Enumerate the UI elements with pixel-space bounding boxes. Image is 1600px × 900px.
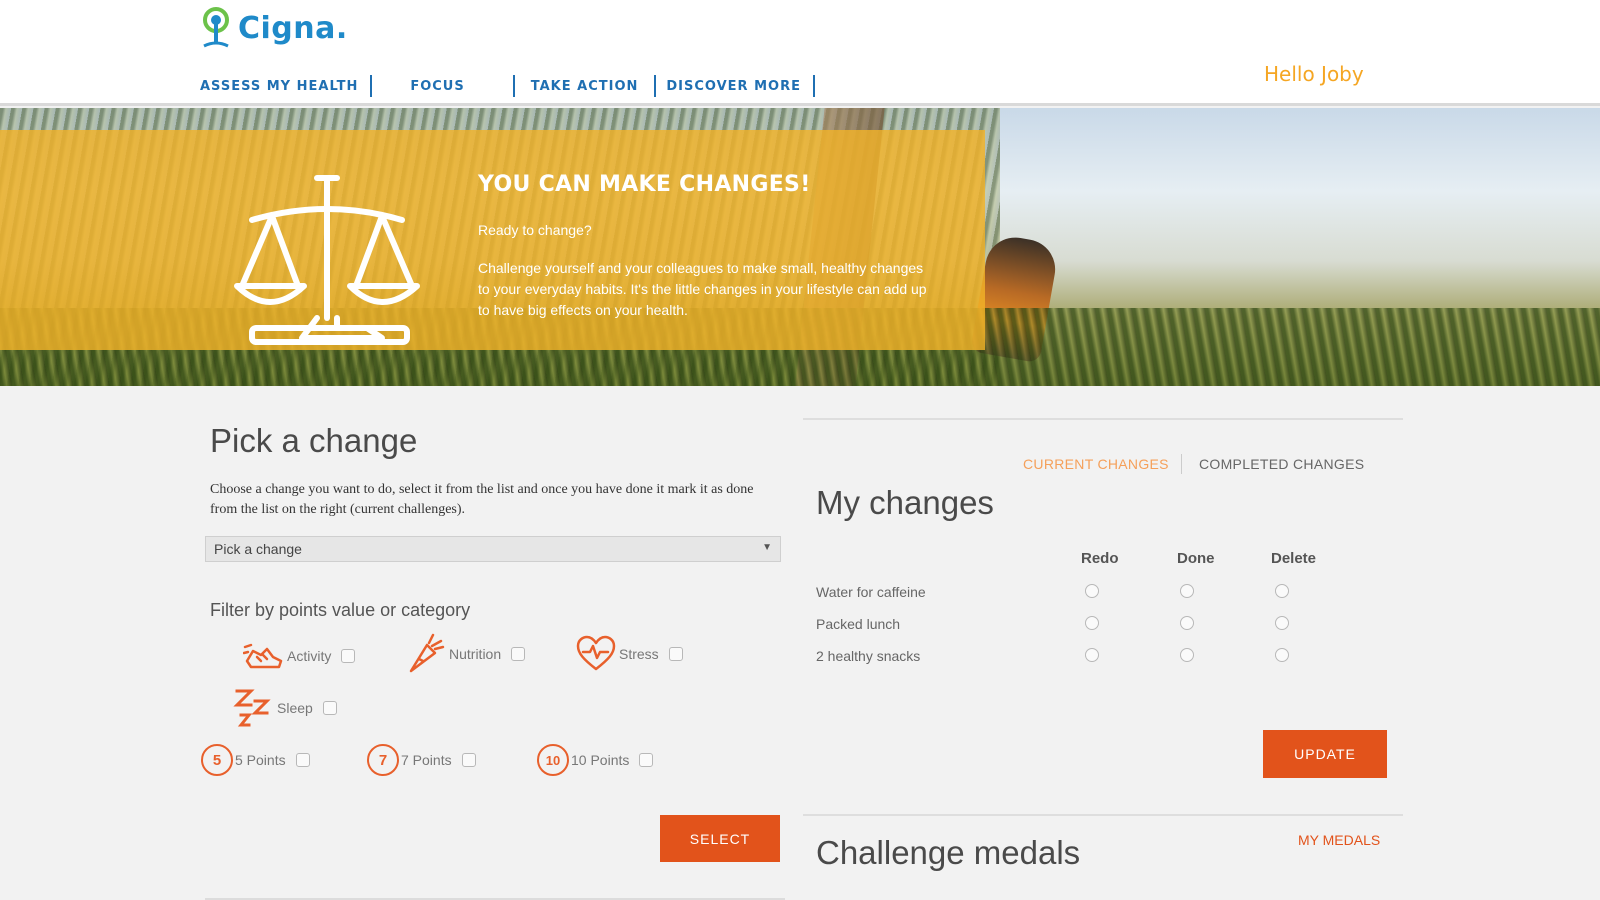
category-label: Stress [619, 646, 659, 662]
update-button[interactable]: UPDATE [1263, 730, 1387, 778]
five-points-checkbox[interactable] [295, 753, 310, 767]
cigna-tree-icon [203, 7, 229, 48]
redo-radio[interactable] [1085, 648, 1099, 662]
redo-radio[interactable] [1085, 584, 1099, 598]
pick-a-change-dropdown[interactable]: Pick a change ▼ [205, 536, 781, 562]
challenge-medals-heading: Challenge medals [816, 834, 1081, 871]
change-row-label: Water for caffeine [816, 584, 926, 600]
filter-points-5: 5 5 Points [201, 740, 310, 780]
nav-assess-my-health[interactable]: ASSESS MY HEALTH [200, 79, 358, 94]
category-label: Sleep [277, 700, 313, 716]
user-greeting: Hello Joby [1264, 62, 1364, 86]
filter-points-7: 7 7 Points [367, 740, 476, 780]
nav-discover-more[interactable]: DISCOVER MORE [666, 79, 801, 94]
page: Cigna. ASSESS MY HEALTH FOCUS TAKE ACTIO… [0, 0, 1600, 900]
ten-points-checkbox[interactable] [639, 753, 654, 767]
filter-title: Filter by points value or category [210, 600, 471, 620]
nav-divider [812, 75, 815, 97]
seven-points-badge-icon: 7 [367, 744, 399, 776]
category-label: Nutrition [449, 646, 502, 662]
running-shoe-icon [243, 643, 283, 669]
seven-points-checkbox[interactable] [461, 753, 476, 767]
nav-divider [654, 75, 657, 97]
delete-radio[interactable] [1275, 648, 1289, 662]
hero-text-panel: YOU CAN MAKE CHANGES! Ready to change? C… [0, 130, 985, 350]
category-label: Activity [287, 648, 332, 664]
nav-take-action[interactable]: TAKE ACTION [531, 79, 639, 94]
pick-a-change-description: Choose a change you want to do, select i… [210, 482, 754, 517]
nutrition-checkbox[interactable] [511, 647, 526, 661]
nav-divider [370, 75, 373, 97]
column-header-redo: Redo [1081, 550, 1119, 567]
my-medals-link[interactable]: MY MEDALS [1298, 832, 1380, 848]
change-row-label: Packed lunch [816, 616, 901, 632]
tab-completed-changes[interactable]: COMPLETED CHANGES [1199, 456, 1364, 472]
filter-points-10: 10 10 Points [537, 740, 654, 780]
column-header-delete: Delete [1271, 550, 1317, 567]
logo-text: Cigna. [238, 10, 348, 46]
site-header: Cigna. ASSESS MY HEALTH FOCUS TAKE ACTIO… [0, 0, 1600, 106]
hero-body-text: Challenge yourself and your colleagues t… [478, 260, 927, 318]
filter-category-stress: Stress [575, 634, 683, 674]
zzz-icon [233, 689, 271, 727]
done-radio[interactable] [1180, 584, 1194, 598]
delete-radio[interactable] [1275, 616, 1289, 630]
five-points-badge-icon: 5 [201, 744, 233, 776]
points-label: 5 Points [235, 752, 286, 768]
filter-category-nutrition: Nutrition [405, 633, 526, 674]
filter-category-sleep: Sleep [233, 688, 337, 728]
my-changes-heading: My changes [816, 484, 994, 521]
stress-checkbox[interactable] [668, 647, 683, 661]
nav-divider [512, 75, 515, 97]
carrot-icon [409, 633, 445, 673]
main-nav: ASSESS MY HEALTH FOCUS TAKE ACTION DISCO… [200, 74, 815, 98]
change-row-label: 2 healthy snacks [816, 648, 921, 664]
filter-category-activity: Activity [243, 636, 356, 676]
activity-checkbox[interactable] [341, 649, 356, 663]
tab-current-changes[interactable]: CURRENT CHANGES [1023, 456, 1169, 472]
points-label: 10 Points [571, 752, 630, 768]
nav-focus[interactable]: FOCUS [410, 79, 464, 94]
redo-radio[interactable] [1085, 616, 1099, 630]
heart-pulse-icon [576, 635, 616, 671]
ten-points-badge-icon: 10 [537, 744, 569, 776]
dropdown-caret-icon: ▼ [762, 542, 772, 553]
hero-banner: YOU CAN MAKE CHANGES! Ready to change? C… [0, 108, 1600, 386]
sleep-checkbox[interactable] [322, 701, 337, 715]
hero-title: YOU CAN MAKE CHANGES! [478, 172, 811, 197]
points-label: 7 Points [401, 752, 452, 768]
pick-a-change-heading: Pick a change [210, 422, 418, 459]
tab-divider [1181, 454, 1182, 474]
hero-subtitle: Ready to change? [478, 222, 592, 238]
cigna-logo[interactable]: Cigna. [196, 6, 348, 50]
select-button[interactable]: SELECT [660, 815, 780, 862]
section-divider [803, 418, 1403, 420]
dropdown-selected-value: Pick a change [214, 541, 302, 557]
balance-scale-icon [234, 175, 420, 345]
done-radio[interactable] [1180, 616, 1194, 630]
column-header-done: Done [1177, 550, 1215, 567]
section-divider [803, 814, 1403, 816]
done-radio[interactable] [1180, 648, 1194, 662]
delete-radio[interactable] [1275, 584, 1289, 598]
